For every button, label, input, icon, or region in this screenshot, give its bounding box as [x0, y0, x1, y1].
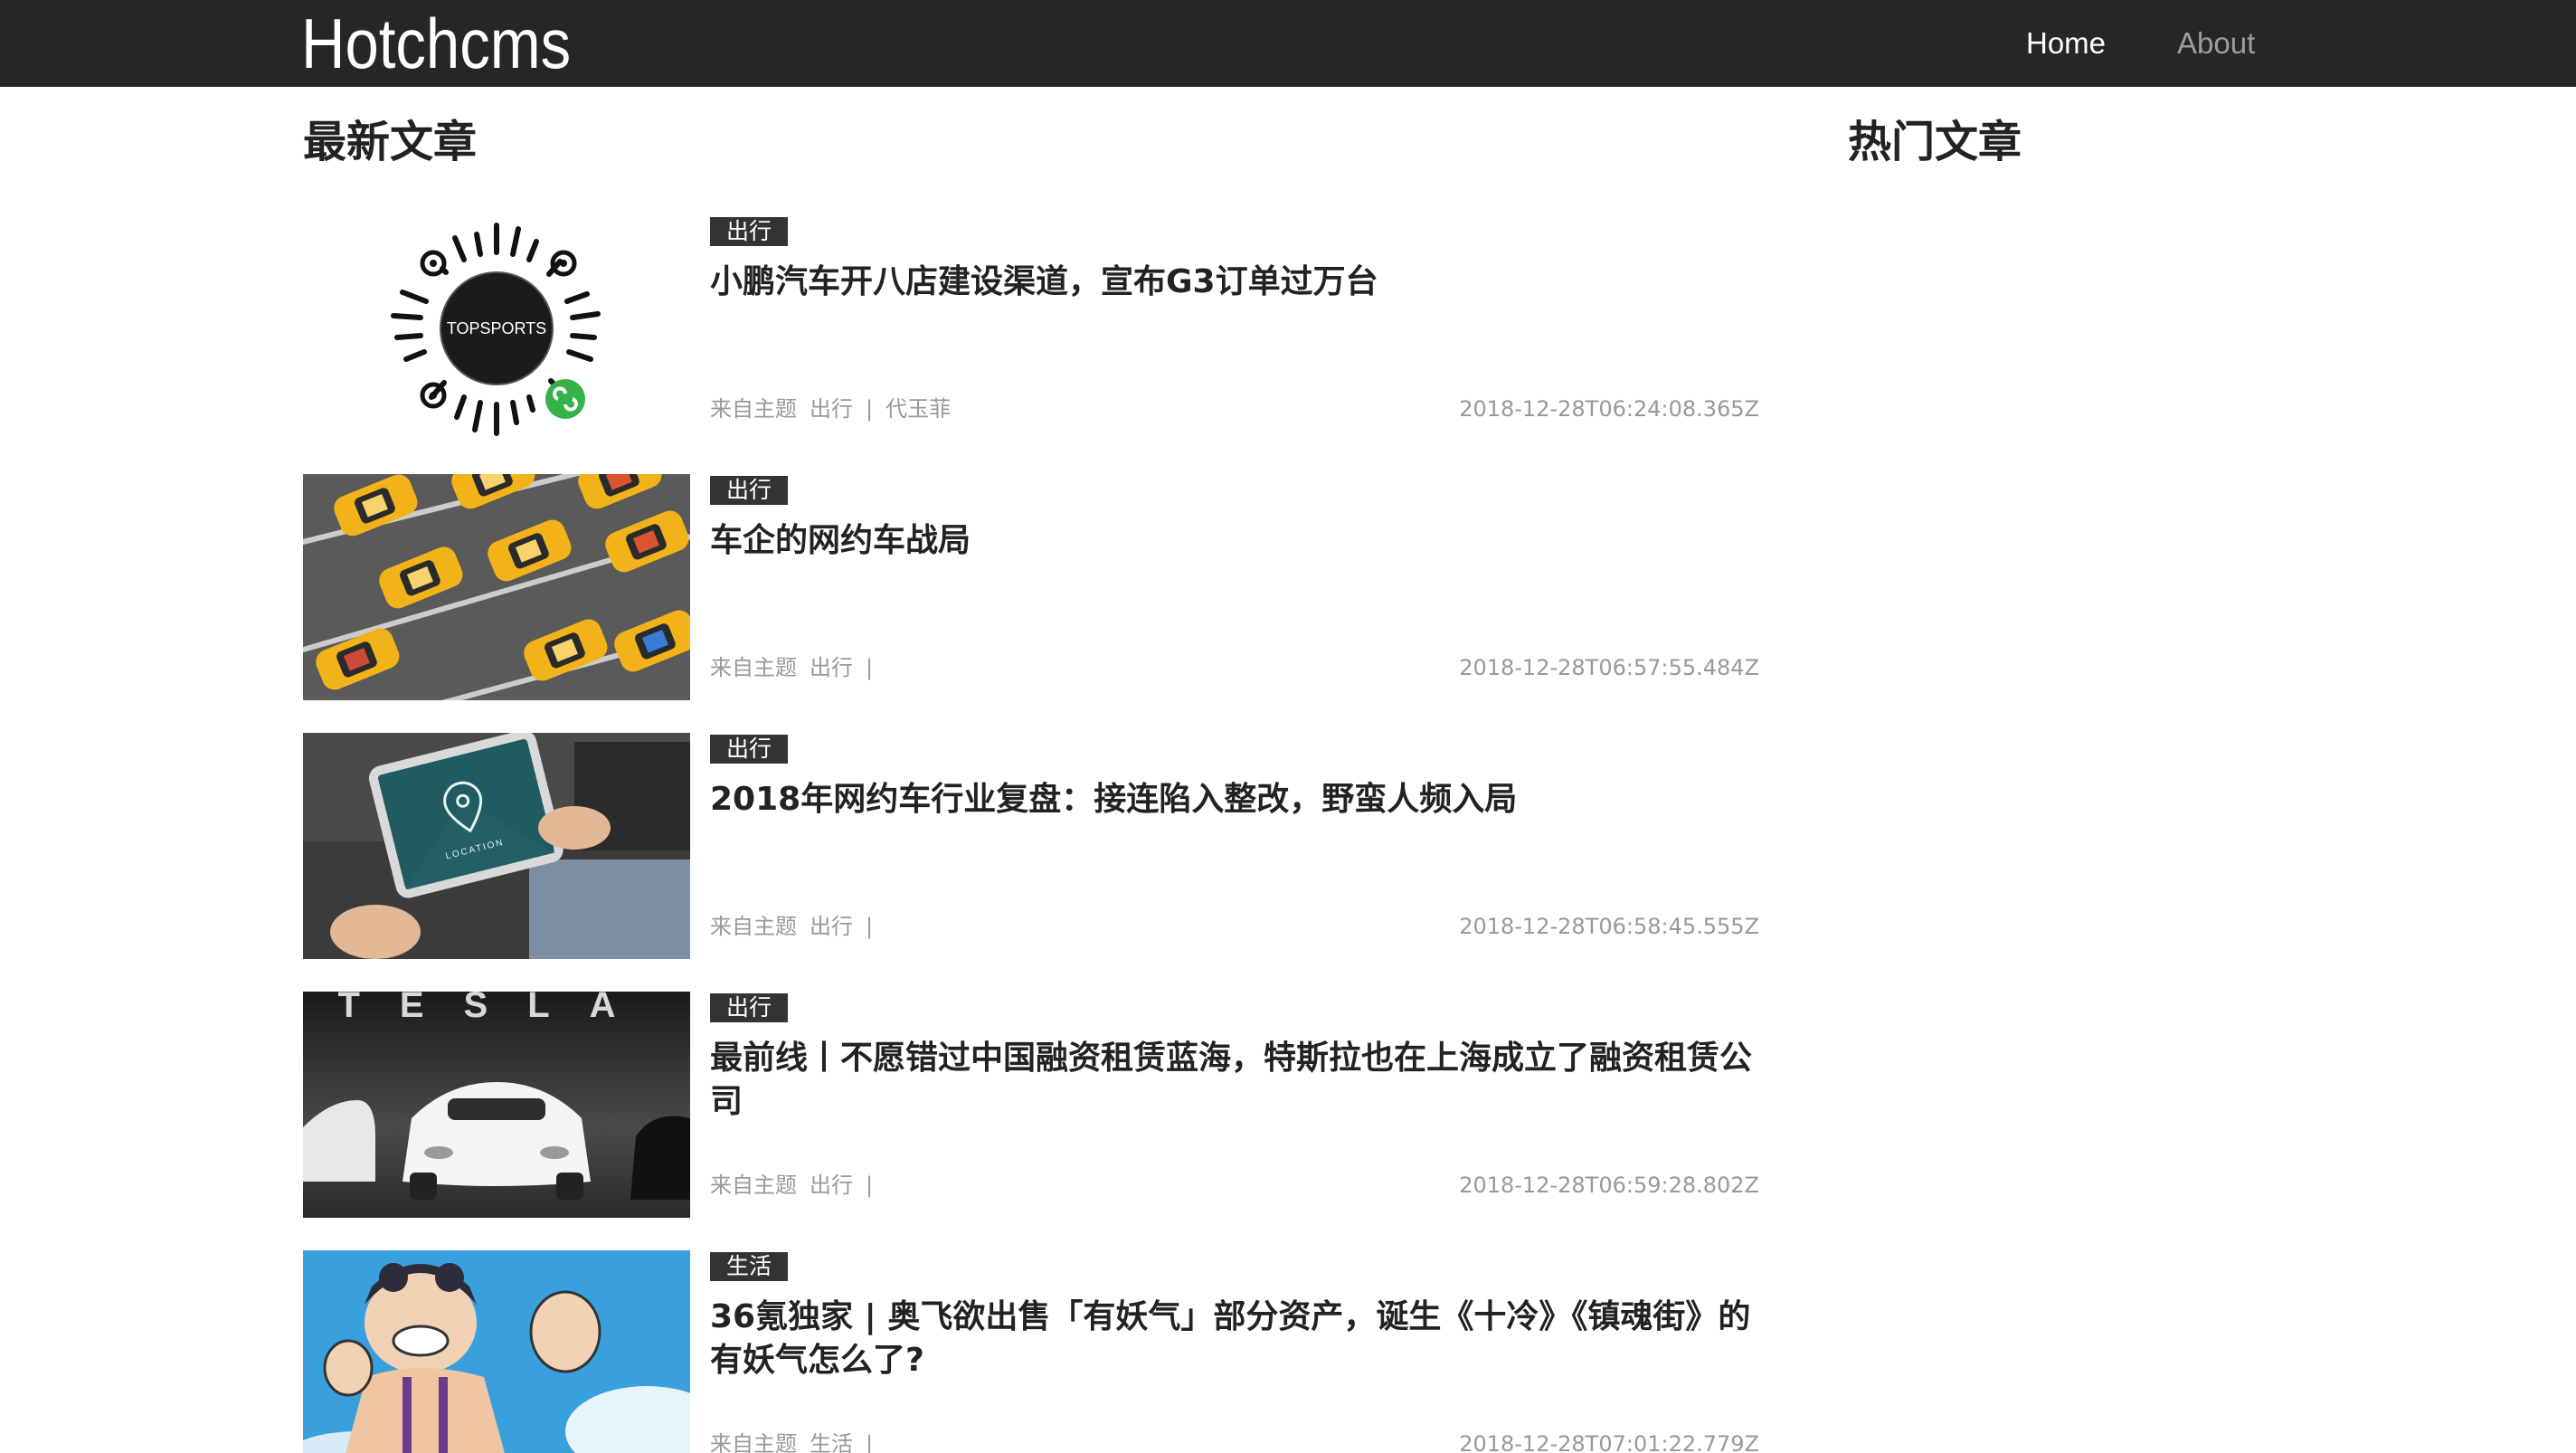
- category-tag[interactable]: 出行: [710, 476, 789, 505]
- meta-separator: |: [866, 1431, 874, 1453]
- left-hand: [330, 905, 421, 959]
- article-thumbnail-qr-code[interactable]: TOPSPORTS: [303, 215, 690, 442]
- tesla-wordmark: TESLA: [337, 992, 655, 1025]
- nav-about-link[interactable]: About: [2177, 0, 2255, 87]
- article-item: LOCATION 出行 2018年网约车行业复盘：接连陷入整改，野蛮人频入局 来…: [303, 733, 1759, 959]
- category-tag[interactable]: 出行: [710, 993, 789, 1022]
- meta-category[interactable]: 出行: [810, 1173, 853, 1198]
- category-tag[interactable]: 出行: [710, 735, 789, 764]
- mini-program-icon: [545, 379, 585, 419]
- article-item: TOPSPORTS 出行 小鹏汽车开八店建设渠道，宣布G3订单过万台 来自主题出…: [303, 215, 1759, 442]
- article-title[interactable]: 36氪独家 | 奥飞欲出售「有妖气」部分资产，诞生《十冷》《镇魂街》的有妖气怎么…: [710, 1296, 1761, 1382]
- tesla-photo: TESLA: [303, 992, 690, 1218]
- article-timestamp: 2018-12-28T06:24:08.365Z: [1459, 396, 1759, 422]
- qr-center-text: TOPSPORTS: [447, 319, 546, 337]
- category-tag[interactable]: 出行: [710, 217, 789, 246]
- article-item: 出行 车企的网约车战局 来自主题 出行 | 2018-12-28T06:57:55.…: [303, 474, 1759, 700]
- meta-separator: |: [866, 1173, 874, 1198]
- category-tag[interactable]: 生活: [710, 1252, 789, 1281]
- site-logo[interactable]: Hotchcms: [301, 2, 571, 85]
- qr-code-image: TOPSPORTS: [391, 223, 601, 436]
- article-meta: 来自主题 生活 |: [710, 1429, 898, 1453]
- meta-source: 来自主题: [710, 914, 797, 939]
- meta-category[interactable]: 出行: [810, 914, 853, 939]
- article-meta: 来自主题 出行 |: [710, 1171, 898, 1200]
- article-title[interactable]: 2018年网约车行业复盘：接连陷入整改，野蛮人频入局: [710, 778, 1761, 821]
- meta-source: 来自主题: [710, 1431, 797, 1453]
- latest-articles-heading: 最新文章: [303, 117, 478, 167]
- jeans: [529, 859, 690, 959]
- article-thumbnail-anime[interactable]: [303, 1250, 690, 1453]
- anime-illustration: [303, 1250, 690, 1453]
- meta-category[interactable]: 出行: [810, 396, 853, 422]
- taxi-photo: [303, 474, 690, 700]
- article-item: 生活 36氪独家 | 奥飞欲出售「有妖气」部分资产，诞生《十冷》《镇魂街》的有妖…: [303, 1250, 1759, 1453]
- meta-category[interactable]: 生活: [810, 1431, 853, 1453]
- right-hand: [538, 806, 611, 850]
- meta-source: 来自主题: [710, 396, 797, 422]
- meta-separator: |: [866, 396, 874, 422]
- meta-category[interactable]: 出行: [810, 655, 853, 680]
- article-timestamp: 2018-12-28T07:01:22.779Z: [1459, 1431, 1759, 1453]
- article-thumbnail-taxis[interactable]: [303, 474, 690, 700]
- meta-source: 来自主题: [710, 655, 797, 680]
- hot-articles-heading: 热门文章: [1848, 117, 2022, 167]
- tablet-photo: LOCATION: [303, 733, 690, 959]
- article-thumbnail-tesla[interactable]: TESLA: [303, 992, 690, 1218]
- article-timestamp: 2018-12-28T06:58:45.555Z: [1459, 914, 1759, 939]
- top-navbar: Hotchcms Home About: [0, 0, 2576, 87]
- article-title[interactable]: 最前线丨不愿错过中国融资租赁蓝海，特斯拉也在上海成立了融资租赁公司: [710, 1037, 1761, 1124]
- article-meta: 来自主题 出行 | 代玉菲: [710, 394, 963, 423]
- article-timestamp: 2018-12-28T06:57:55.484Z: [1459, 655, 1759, 680]
- article-timestamp: 2018-12-28T06:59:28.802Z: [1459, 1173, 1759, 1198]
- article-title[interactable]: 小鹏汽车开八店建设渠道，宣布G3订单过万台: [710, 261, 1761, 304]
- meta-author[interactable]: 代玉菲: [886, 396, 951, 422]
- meta-separator: |: [866, 914, 874, 939]
- article-item: TESLA 出行 最前线丨不愿错过中国融资租赁蓝海，特斯拉也在上海成立了融资租赁…: [303, 992, 1759, 1218]
- meta-separator: |: [866, 655, 874, 680]
- article-thumbnail-tablet[interactable]: LOCATION: [303, 733, 690, 959]
- article-meta: 来自主题 出行 |: [710, 653, 898, 682]
- meta-source: 来自主题: [710, 1173, 797, 1198]
- nav-home-link[interactable]: Home: [2026, 0, 2106, 87]
- article-meta: 来自主题 出行 |: [710, 912, 898, 941]
- article-title[interactable]: 车企的网约车战局: [710, 519, 1761, 563]
- waving-hand: [529, 1290, 601, 1373]
